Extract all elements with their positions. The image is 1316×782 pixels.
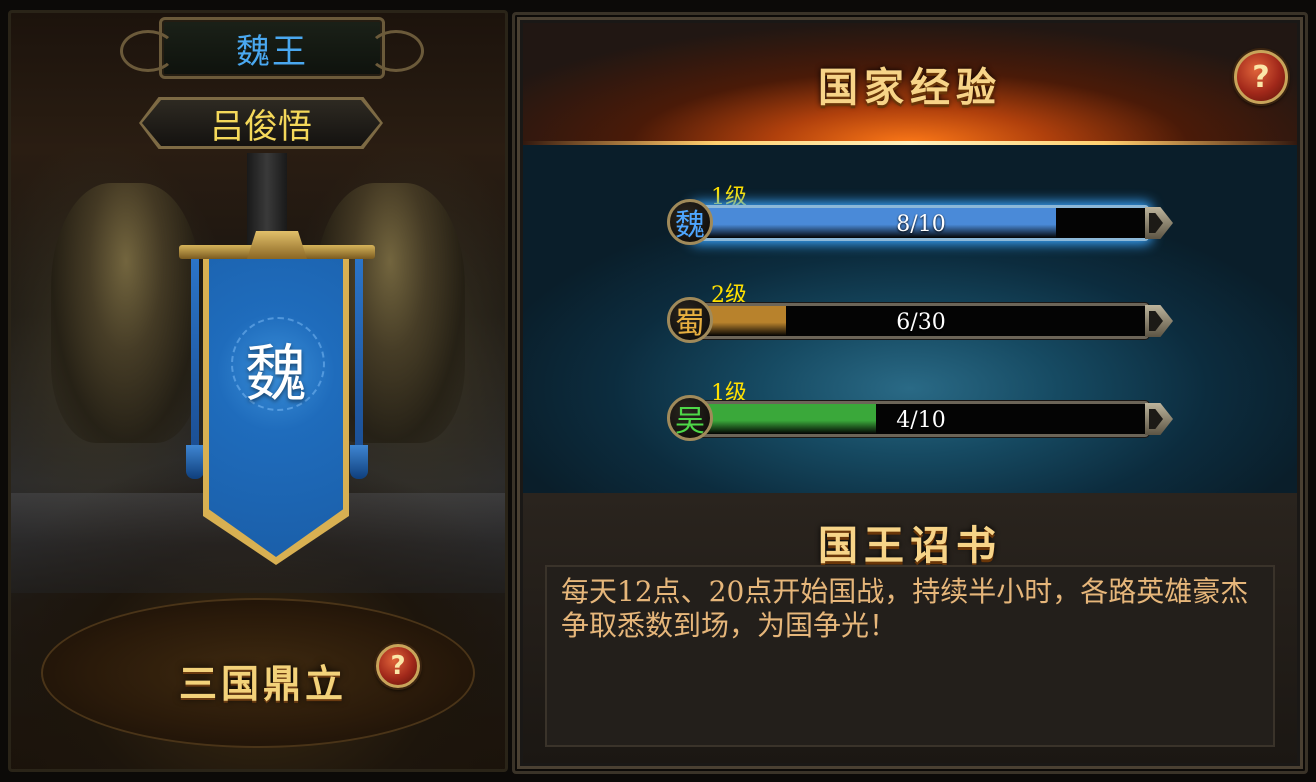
kingdom-banner: 魏 — [203, 259, 349, 565]
national-exp-title: 国家经验 — [818, 65, 1002, 111]
exp-row-shu: 2级 6/30 蜀 — [667, 279, 1179, 343]
exp-value: 4/10 — [896, 408, 946, 433]
arrow-right-icon[interactable] — [1145, 403, 1173, 435]
three-kingdoms-help-button[interactable]: ? — [376, 644, 420, 688]
king-title: 魏王 — [236, 31, 308, 72]
exp-progress-bar: 6/30 — [693, 303, 1149, 339]
banner-tassel-left — [186, 259, 204, 479]
arrow-right-icon[interactable] — [1145, 305, 1173, 337]
kingdom-badge: 魏 — [667, 199, 713, 245]
exp-progress-bar: 8/10 — [693, 205, 1149, 241]
kingdom-badge: 吴 — [667, 395, 713, 441]
player-name: 吕俊悟 — [210, 106, 312, 147]
royal-edict-text: 每天12点、20点开始国战，持续半小时，各路英雄豪杰争取悉数到场，为国争光！ — [561, 575, 1249, 642]
banner-cap — [247, 231, 307, 259]
kingdom-badge: 蜀 — [667, 297, 713, 343]
national-exp-help-button[interactable]: ? — [1234, 50, 1288, 104]
exp-value: 6/30 — [896, 310, 946, 335]
question-icon: ? — [390, 651, 406, 681]
dragon-statue-left — [51, 183, 201, 443]
three-kingdoms-title: 三国鼎立 — [179, 662, 348, 706]
kingdom-info-panel: 国家经验 1级 8/10 魏 2级 6/30 蜀 1级 4/10 吴 国王诏书 … — [512, 12, 1308, 774]
arrow-right-icon[interactable] — [1145, 207, 1173, 239]
exp-progress-bar: 4/10 — [693, 401, 1149, 437]
royal-edict-title: 国王诏书 — [818, 523, 1002, 569]
banner-kingdom-text: 魏 — [244, 337, 307, 410]
exp-row-wei: 1级 8/10 魏 — [667, 181, 1179, 245]
king-panel: 魏王 吕俊悟 魏 三国鼎立 — [8, 10, 508, 772]
king-title-plate: 魏王 — [120, 17, 424, 79]
banner-tassel-right — [350, 259, 368, 479]
question-icon: ? — [1252, 59, 1270, 95]
player-name-plate: 吕俊悟 — [139, 97, 383, 149]
exp-row-wu: 1级 4/10 吴 — [667, 377, 1179, 441]
exp-value: 8/10 — [896, 212, 946, 237]
royal-edict-box: 每天12点、20点开始国战，持续半小时，各路英雄豪杰争取悉数到场，为国争光！ — [545, 565, 1275, 747]
